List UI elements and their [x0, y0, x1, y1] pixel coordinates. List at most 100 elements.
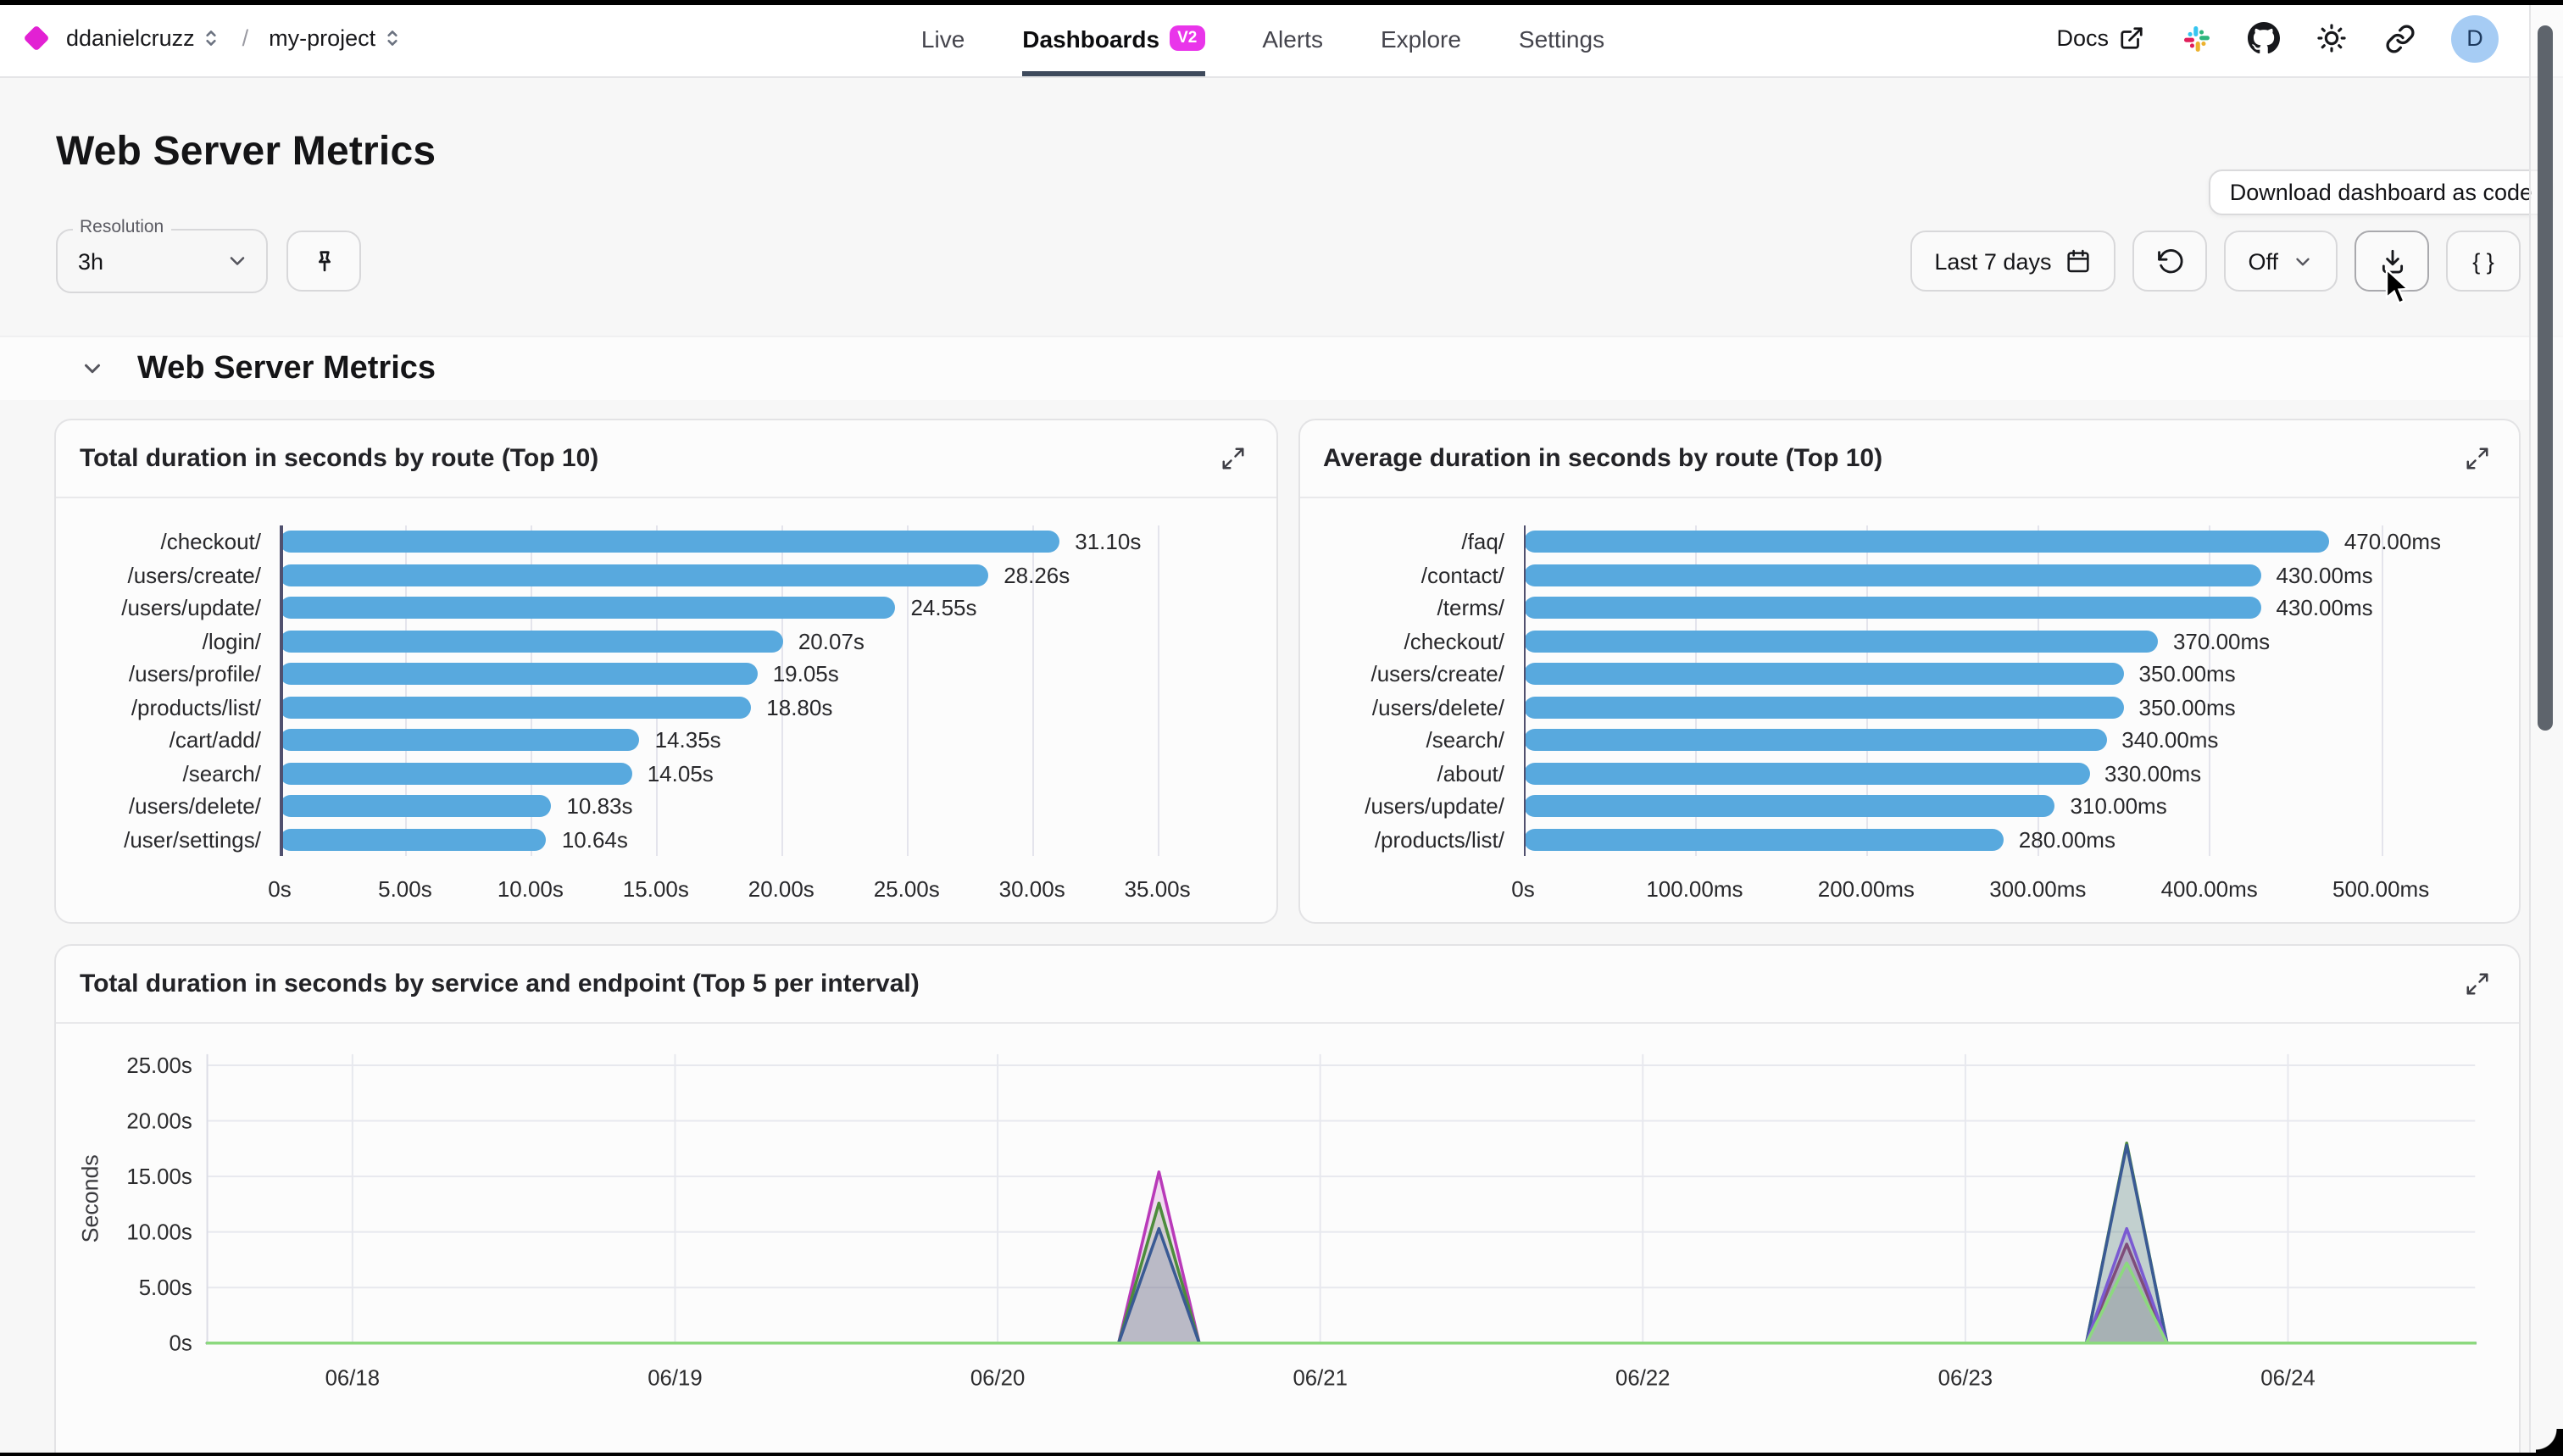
brand-logo-icon [23, 25, 49, 51]
bar-row: 14.05s [280, 757, 1198, 790]
bar-value-label: 20.07s [798, 629, 865, 654]
window-corner [2536, 1429, 2563, 1456]
pin-resolution-button[interactable] [286, 231, 361, 292]
chevron-up-down-icon [381, 27, 403, 49]
tab-settings[interactable]: Settings [1519, 0, 1604, 76]
bar-row: 350.00ms [1523, 691, 2441, 724]
bar-chart: /faq//contact//terms//checkout//users/cr… [1299, 498, 2519, 922]
bar-row: 20.07s [280, 625, 1198, 658]
collapse-chevron-icon[interactable] [80, 356, 105, 381]
bar [1523, 763, 2089, 785]
window-bottom-edge [0, 1453, 2563, 1456]
bar-value-label: 310.00ms [2071, 794, 2167, 820]
y-axis-line [1523, 525, 1526, 856]
bar-value-label: 350.00ms [2139, 662, 2236, 687]
x-tick-label: 10.00s [498, 876, 564, 902]
app-window: ddanielcruzz / my-project Live Dashboard… [0, 0, 2563, 1456]
x-tick-label: 200.00ms [1818, 876, 1915, 902]
window-top-edge [0, 0, 2563, 5]
bar-category-label: /users/create/ [56, 559, 280, 592]
panel-title: Total duration in seconds by service and… [80, 970, 920, 998]
x-tick-label: 400.00ms [2161, 876, 2258, 902]
bar-category-labels: /faq//contact//terms//checkout//users/cr… [1299, 525, 1523, 915]
auto-refresh-select[interactable]: Off [2224, 231, 2338, 292]
bar-row: 280.00ms [1523, 823, 2441, 856]
expand-panel-button[interactable] [2456, 438, 2497, 479]
x-tick-label: 06/22 [1615, 1366, 1670, 1390]
docs-link[interactable]: Docs [2056, 25, 2144, 51]
download-dashboard-button[interactable] [2355, 231, 2429, 292]
resolution-label: Resolution [73, 217, 170, 237]
bar [280, 730, 640, 752]
x-tick-label: 06/18 [325, 1366, 380, 1390]
project-name: my-project [269, 25, 375, 51]
bar-value-label: 14.35s [655, 728, 721, 753]
y-tick-label: 5.00s [139, 1276, 192, 1300]
y-tick-label: 0s [170, 1332, 192, 1356]
x-axis: 0s100.00ms200.00ms300.00ms400.00ms500.00… [1523, 871, 2441, 915]
breadcrumb-separator: / [242, 25, 249, 51]
download-icon [2377, 247, 2406, 275]
bar-category-label: /search/ [1299, 724, 1523, 757]
theme-toggle-sun-icon[interactable] [2316, 22, 2348, 54]
bar-row: 310.00ms [1523, 790, 2441, 823]
project-switcher[interactable]: my-project [269, 25, 403, 51]
bar-value-label: 350.00ms [2139, 695, 2236, 720]
section-header[interactable]: Web Server Metrics [0, 336, 2563, 400]
braces-icon: { } [2472, 248, 2494, 274]
chevron-up-down-icon [200, 27, 222, 49]
tab-dashboards[interactable]: DashboardsV2 [1022, 0, 1204, 76]
x-tick-label: 0s [1511, 876, 1534, 902]
scrollbar-thumb[interactable] [2538, 25, 2553, 731]
external-link-icon [2119, 25, 2144, 51]
bar-category-label: /checkout/ [56, 525, 280, 559]
bar-row: 18.80s [280, 691, 1198, 724]
bar-value-label: 31.10s [1075, 530, 1141, 555]
pin-icon [309, 247, 338, 275]
tab-alerts[interactable]: Alerts [1262, 0, 1323, 76]
bar [280, 531, 1059, 553]
bar-value-label: 430.00ms [2276, 563, 2372, 588]
bar-plot: 31.10s 28.26s 24.55s 20.07s 19.05s 18.80… [280, 525, 1198, 856]
time-range-button[interactable]: Last 7 days [1910, 231, 2115, 292]
area-chart: 0s5.00s10.00s15.00s20.00s25.00s06/1806/1… [56, 1024, 2519, 1449]
github-icon[interactable] [2248, 22, 2280, 54]
bar-category-label: /products/list/ [56, 691, 280, 724]
tab-explore[interactable]: Explore [1381, 0, 1461, 76]
org-switcher[interactable]: ddanielcruzz [66, 25, 222, 51]
share-link-icon[interactable] [2383, 22, 2416, 54]
bar-category-label: /checkout/ [1299, 625, 1523, 658]
y-tick-label: 20.00s [126, 1109, 192, 1133]
bar-category-label: /about/ [1299, 757, 1523, 790]
bar-category-label: /products/list/ [1299, 823, 1523, 856]
x-tick-label: 500.00ms [2332, 876, 2429, 902]
bar [1523, 597, 2260, 620]
expand-panel-button[interactable] [2456, 964, 2497, 1004]
bar-row: 10.83s [280, 790, 1198, 823]
expand-panel-button[interactable] [1213, 438, 1254, 479]
bar-row: 14.35s [280, 724, 1198, 757]
resolution-select[interactable]: Resolution 3h [56, 229, 268, 293]
x-tick-label: 06/19 [648, 1366, 702, 1390]
dashboard-json-button[interactable]: { } [2446, 231, 2521, 292]
y-tick-label: 15.00s [126, 1165, 192, 1189]
bar-row: 430.00ms [1523, 559, 2441, 592]
tab-live[interactable]: Live [921, 0, 965, 76]
panel-total-duration-by-route: Total duration in seconds by route (Top … [54, 419, 1277, 924]
x-tick-label: 35.00s [1125, 876, 1191, 902]
top-nav-bar: ddanielcruzz / my-project Live Dashboard… [0, 0, 2563, 78]
chevron-down-icon [2292, 250, 2314, 272]
bar [1523, 631, 2158, 653]
panel-title: Average duration in seconds by route (To… [1323, 444, 1882, 473]
bar-value-label: 330.00ms [2104, 761, 2201, 786]
refresh-button[interactable] [2132, 231, 2207, 292]
scrollbar-track[interactable] [2529, 5, 2563, 1453]
bar [1523, 730, 2106, 752]
bar-category-label: /users/delete/ [1299, 691, 1523, 724]
bar-value-label: 28.26s [1004, 563, 1070, 588]
slack-icon[interactable] [2180, 22, 2212, 54]
bar-category-label: /users/profile/ [56, 658, 280, 691]
x-tick-label: 5.00s [378, 876, 432, 902]
area-chart-svg: 0s5.00s10.00s15.00s20.00s25.00s06/1806/1… [69, 1041, 2505, 1441]
user-avatar[interactable]: D [2451, 14, 2499, 62]
